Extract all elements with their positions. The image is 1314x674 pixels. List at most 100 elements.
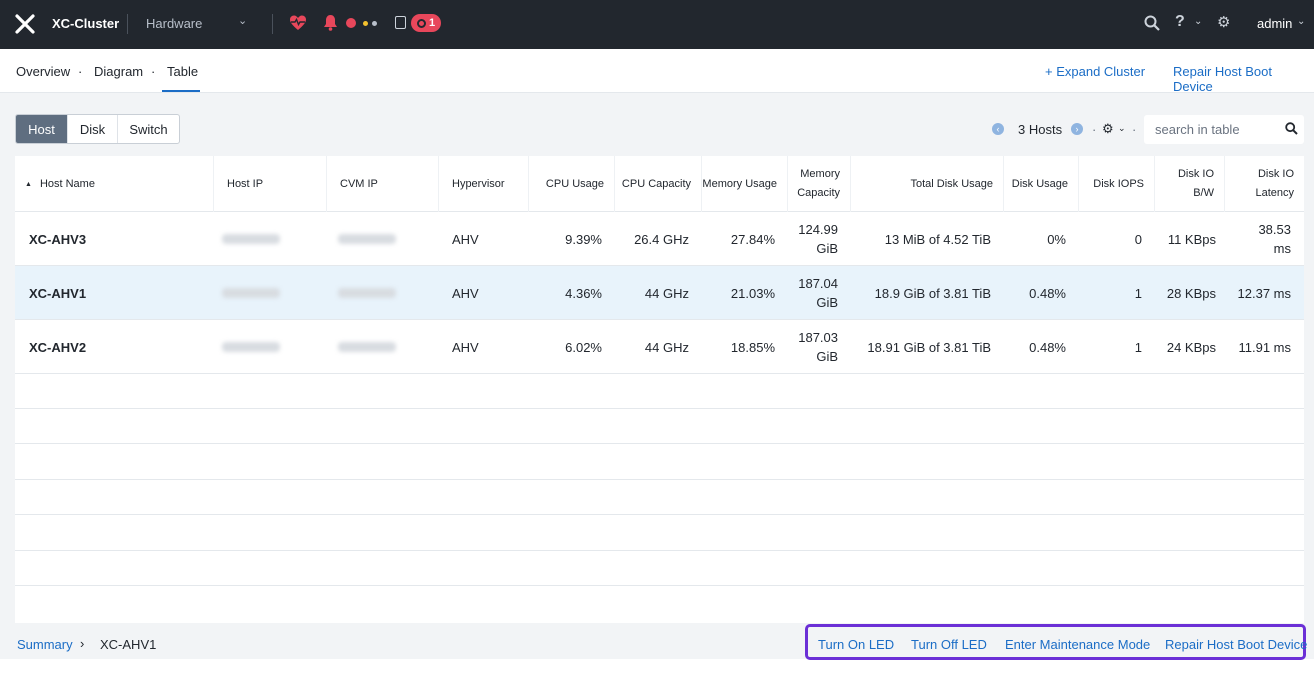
disk-io-bw-cell: 28 KBps	[1166, 285, 1216, 301]
memory-usage-cell: 27.84%	[730, 231, 775, 247]
cvm-ip-cell	[338, 266, 396, 320]
memory-capacity-cell: 187.04 GiB	[798, 276, 838, 310]
column-header-hypervisor[interactable]: Hypervisor	[439, 156, 529, 212]
column-header-host-name[interactable]: ▲ Host Name	[15, 156, 214, 212]
memory-capacity-cell: 124.99 GiB	[798, 222, 838, 256]
help-icon[interactable]: ?	[1175, 13, 1185, 31]
memory-usage-cell: 18.85%	[730, 339, 775, 355]
disk-iops-cell: 0	[1134, 231, 1142, 247]
column-label: Memory Usage	[702, 177, 777, 190]
hypervisor-cell: AHV	[452, 339, 479, 355]
warning-alert-dot[interactable]	[363, 21, 368, 26]
repair-host-boot-device-link[interactable]: Repair Host Boot Device	[1173, 64, 1314, 94]
divider	[127, 14, 128, 34]
table-row[interactable]: XC-AHV2 AHV 6.02% 44 GHz 18.85% 187.03 G…	[15, 320, 1304, 374]
info-alert-dot[interactable]	[372, 21, 377, 26]
cpu-usage-cell: 9.39%	[565, 231, 602, 247]
sub-navigation: Overview · Diagram · Table + Expand Clus…	[0, 49, 1314, 94]
redacted-cvm-ip	[338, 342, 396, 352]
host-ip-cell	[222, 320, 280, 374]
total-disk-usage-cell: 13 MiB of 4.52 TiB	[884, 231, 991, 247]
control-separator: ·	[1132, 122, 1137, 137]
redacted-host-ip	[222, 342, 280, 352]
disk-io-latency-cell: 12.37 ms	[1237, 285, 1291, 301]
disk-io-latency-cell: 38.53 ms	[1258, 222, 1291, 256]
tab-separator: ·	[151, 64, 156, 79]
column-label: Hypervisor	[452, 177, 505, 190]
tab-diagram[interactable]: Diagram	[94, 64, 143, 79]
previous-page-button[interactable]: ‹	[992, 123, 1004, 135]
toggle-host[interactable]: Host	[16, 115, 68, 143]
disk-io-bw-cell: 11 KBps	[1167, 231, 1216, 247]
entity-type-toggle: Host Disk Switch	[15, 114, 180, 144]
disk-iops-cell: 1	[1134, 285, 1142, 301]
column-label: CPU Usage	[545, 177, 604, 190]
cpu-capacity-cell: 26.4 GHz	[634, 231, 689, 247]
health-heart-icon[interactable]	[289, 14, 307, 32]
disk-usage-cell: 0.48%	[1029, 339, 1066, 355]
column-header-host-ip[interactable]: Host IP	[214, 156, 327, 212]
chevron-down-icon[interactable]: ⌄	[238, 14, 247, 27]
column-label: Memory Capacity	[797, 168, 840, 199]
search-icon[interactable]	[1144, 15, 1160, 31]
turn-on-led-button[interactable]: Turn On LED	[818, 637, 894, 652]
cpu-capacity-cell: 44 GHz	[644, 285, 689, 301]
disk-io-bw-cell: 24 KBps	[1166, 339, 1216, 355]
column-header-memory-usage[interactable]: Memory Usage	[702, 156, 788, 212]
host-name-cell[interactable]: XC-AHV1	[29, 266, 86, 320]
column-header-disk-iops[interactable]: Disk IOPS	[1079, 156, 1155, 212]
next-page-button[interactable]: ›	[1071, 123, 1083, 135]
column-header-cpu-usage[interactable]: CPU Usage	[529, 156, 615, 212]
column-header-total-disk-usage[interactable]: Total Disk Usage	[851, 156, 1004, 212]
host-name-cell[interactable]: XC-AHV3	[29, 212, 86, 266]
breadcrumb-summary-link[interactable]: Summary	[17, 637, 73, 652]
tasks-badge[interactable]: 1	[411, 14, 441, 32]
turn-off-led-button[interactable]: Turn Off LED	[911, 637, 987, 652]
column-header-memory-capacity[interactable]: Memory Capacity	[788, 156, 851, 212]
column-label: Disk Usage	[1011, 177, 1068, 190]
cpu-usage-cell: 4.36%	[565, 285, 602, 301]
chevron-down-icon[interactable]: ⌄	[1118, 123, 1126, 134]
repair-host-boot-device-button[interactable]: Repair Host Boot Device	[1165, 637, 1307, 652]
alerts-bell-icon[interactable]	[323, 14, 338, 31]
total-disk-usage-cell: 18.9 GiB of 3.81 TiB	[874, 285, 991, 301]
control-separator: ·	[1092, 122, 1097, 137]
column-label: Total Disk Usage	[910, 177, 993, 190]
critical-alert-dot[interactable]	[346, 18, 356, 28]
column-header-cvm-ip[interactable]: CVM IP	[327, 156, 439, 212]
tasks-clipboard-icon[interactable]	[395, 16, 406, 29]
toggle-switch[interactable]: Switch	[118, 115, 179, 143]
expand-cluster-link[interactable]: + Expand Cluster	[1045, 64, 1145, 79]
column-label: Host IP	[227, 177, 264, 190]
tab-overview[interactable]: Overview	[16, 64, 70, 79]
column-header-cpu-capacity[interactable]: CPU Capacity	[615, 156, 702, 212]
table-search-input[interactable]	[1144, 115, 1304, 144]
redacted-host-ip	[222, 288, 280, 298]
chevron-down-icon[interactable]: ⌄	[1194, 16, 1202, 27]
column-header-disk-io-bw[interactable]: Disk IO B/W	[1155, 156, 1225, 212]
column-header-disk-usage[interactable]: Disk Usage	[1004, 156, 1079, 212]
sort-ascending-icon[interactable]: ▲	[25, 175, 32, 194]
hypervisor-cell: AHV	[452, 285, 479, 301]
enter-maintenance-mode-button[interactable]: Enter Maintenance Mode	[1005, 637, 1150, 652]
user-menu[interactable]: admin	[1257, 16, 1292, 31]
prism-logo-icon[interactable]	[15, 14, 35, 34]
search-icon[interactable]	[1285, 122, 1298, 135]
section-selector[interactable]: Hardware	[146, 16, 202, 31]
table-row[interactable]: XC-AHV3 AHV 9.39% 26.4 GHz 27.84% 124.99…	[15, 212, 1304, 266]
cluster-name: XC-Cluster	[52, 16, 120, 31]
breadcrumb-chevron-icon: ›	[80, 636, 85, 651]
column-header-disk-io-latency[interactable]: Disk IO Latency	[1225, 156, 1304, 212]
column-label: Disk IOPS	[1093, 177, 1144, 190]
tab-table[interactable]: Table	[167, 64, 198, 79]
settings-gear-icon[interactable]: ⚙	[1217, 15, 1230, 31]
host-name-cell[interactable]: XC-AHV2	[29, 320, 86, 374]
breadcrumb-current: XC-AHV1	[100, 637, 157, 652]
empty-table-row	[15, 409, 1304, 444]
table-settings-gear-icon[interactable]: ⚙	[1102, 121, 1114, 137]
cvm-ip-cell	[338, 212, 396, 266]
table-row-selected[interactable]: XC-AHV1 AHV 4.36% 44 GHz 21.03% 187.04 G…	[15, 266, 1304, 320]
chevron-down-icon[interactable]: ⌄	[1297, 16, 1305, 27]
toggle-disk[interactable]: Disk	[68, 115, 118, 143]
divider	[272, 14, 273, 34]
